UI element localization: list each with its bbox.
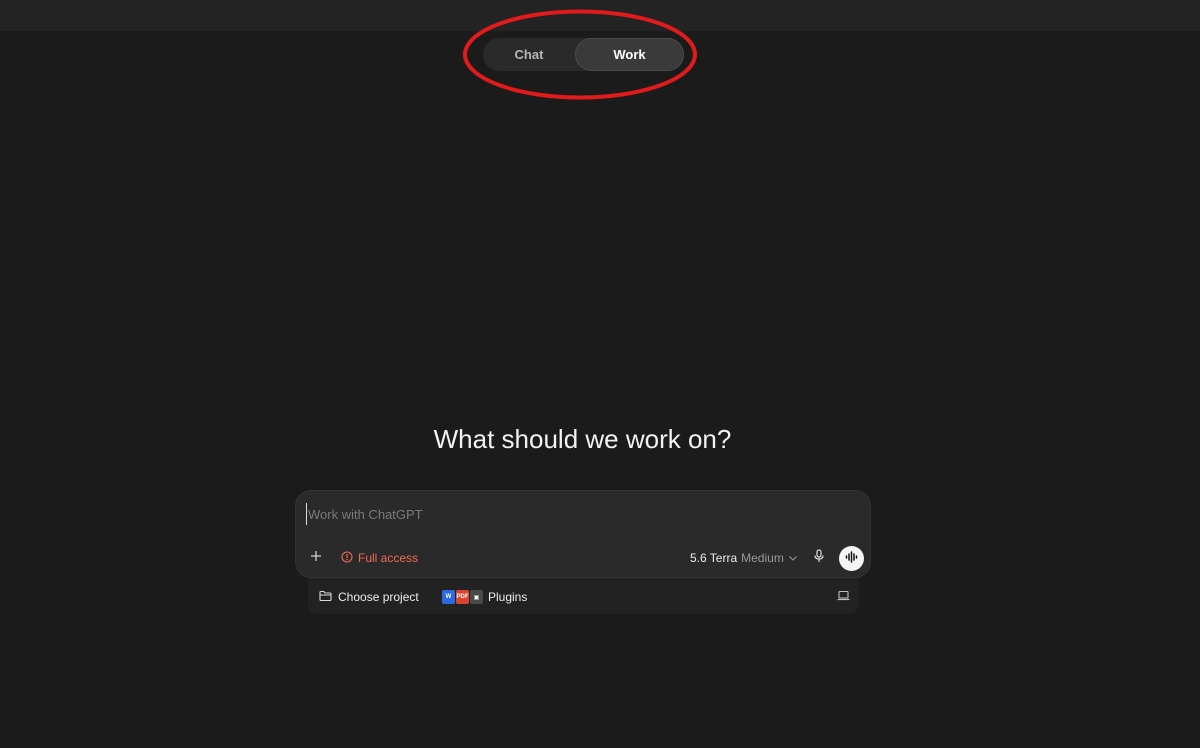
page-heading: What should we work on?	[433, 424, 732, 454]
tab-work[interactable]: Work	[575, 38, 684, 71]
full-access-label: Full access	[358, 551, 419, 565]
laptop-icon	[837, 588, 850, 606]
word-icon: W	[442, 590, 455, 604]
plugins-button[interactable]: W PDF ▣ Plugins	[442, 588, 527, 606]
tab-chat[interactable]: Chat	[483, 38, 575, 71]
laptop-button[interactable]	[836, 590, 850, 604]
app-icon: ▣	[470, 590, 483, 604]
mode-toggle: Chat Work	[483, 38, 684, 71]
plus-icon	[310, 549, 322, 567]
folder-icon	[319, 590, 332, 605]
microphone-button[interactable]	[811, 548, 827, 568]
model-selector[interactable]: 5.6 Terra Medium	[690, 550, 798, 566]
composer-input[interactable]	[306, 503, 846, 525]
microphone-icon	[813, 548, 825, 568]
alert-circle-icon	[341, 550, 353, 566]
model-effort: Medium	[741, 551, 784, 565]
add-attachment-button[interactable]	[308, 550, 324, 566]
voice-mode-button[interactable]	[839, 546, 864, 571]
title-bar	[0, 0, 1200, 31]
plugins-label: Plugins	[488, 590, 528, 604]
choose-project-button[interactable]: Choose project	[319, 589, 419, 605]
pdf-icon: PDF	[456, 590, 469, 604]
full-access-button[interactable]: Full access	[341, 550, 418, 566]
chevron-down-icon	[788, 551, 798, 565]
composer: Full access 5.6 Terra Medium	[295, 490, 871, 578]
model-name: 5.6 Terra	[690, 551, 738, 565]
plugin-icons: W PDF ▣	[442, 590, 483, 604]
voice-waveform-icon	[845, 550, 858, 568]
choose-project-label: Choose project	[338, 590, 419, 604]
